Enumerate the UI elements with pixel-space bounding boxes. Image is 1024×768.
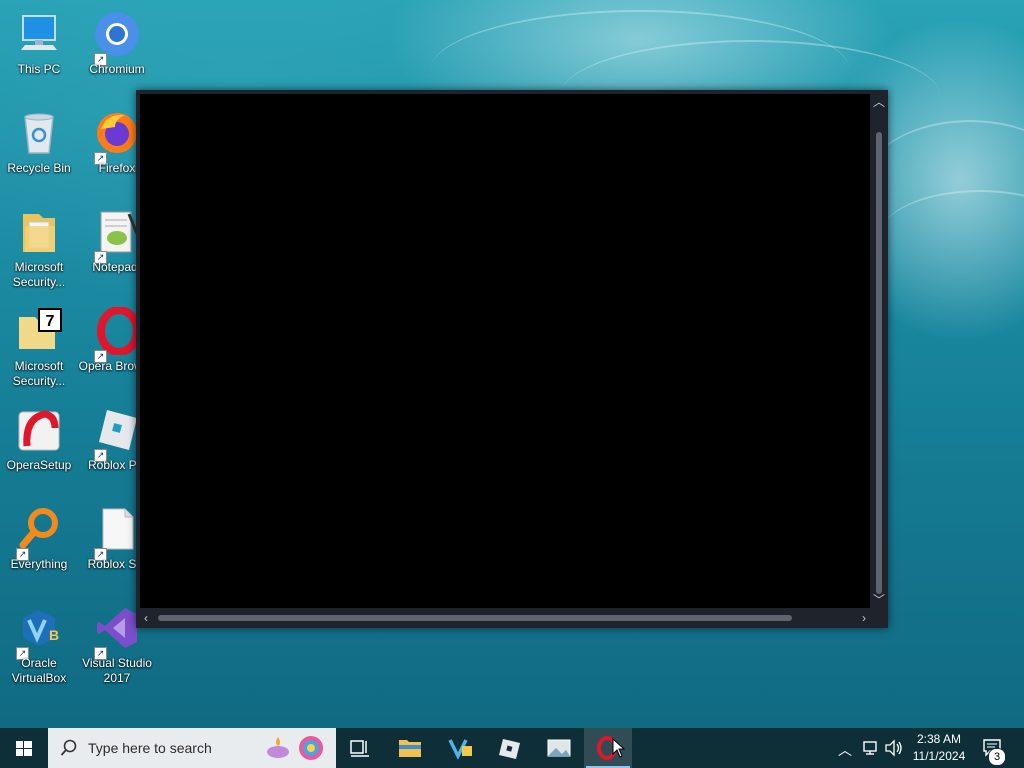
- notification-count-badge: 3: [988, 748, 1006, 766]
- taskbar-clock[interactable]: 2:38 AM 11/1/2024: [906, 731, 972, 765]
- start-button[interactable]: [0, 728, 48, 768]
- icon-label: Recycle Bin: [7, 161, 71, 175]
- scroll-left-arrow-icon[interactable]: ‹: [144, 612, 148, 624]
- magnifier-icon: [19, 508, 58, 549]
- vertical-scrollbar[interactable]: ︿ ﹀: [870, 94, 888, 608]
- roblox-icon: [99, 410, 137, 450]
- folder-icon: [399, 740, 421, 757]
- search-icon: [60, 739, 77, 756]
- desktop-icon-ms-security-2[interactable]: 7 Microsoft Security...: [0, 301, 78, 397]
- opera-icon: [97, 307, 141, 355]
- icon-label: Microsoft Security...: [12, 359, 66, 388]
- scroll-down-arrow-icon[interactable]: ﹀: [873, 594, 885, 606]
- roblox-icon: [499, 739, 520, 759]
- clock-date: 11/1/2024: [912, 749, 966, 763]
- recycle-bin-icon: [24, 113, 54, 154]
- task-view-button[interactable]: [336, 728, 384, 768]
- show-hidden-icons-chevron-icon[interactable]: ︿: [838, 740, 852, 760]
- windows-logo-icon: [16, 741, 32, 756]
- icon-label: Oracle VirtualBox: [11, 656, 67, 685]
- task-view-icon: [350, 740, 369, 757]
- icon-label: Visual Studio 2017: [82, 656, 152, 685]
- desktop-icon-oracle-virtualbox[interactable]: B ↗ Oracle VirtualBox: [0, 598, 78, 694]
- desktop-icon-chromium[interactable]: ↗ Chromium: [78, 4, 156, 100]
- scroll-up-arrow-icon[interactable]: ︿: [873, 96, 885, 108]
- chromium-icon: [95, 12, 139, 56]
- icon-label: Chromium: [89, 62, 145, 76]
- opera-content-area[interactable]: [140, 94, 870, 608]
- clock-time: 2:38 AM: [916, 732, 962, 746]
- mouse-cursor-icon: [612, 738, 626, 758]
- folder-icon: [23, 214, 55, 252]
- desktop-icon-opera-setup[interactable]: OperaSetup: [0, 400, 78, 496]
- document-icon: [102, 508, 134, 550]
- opera-window[interactable]: ︿ ﹀ ‹ ›: [136, 90, 888, 628]
- diwali-search-highlight-icon[interactable]: [264, 733, 328, 763]
- desktop-icon-this-pc[interactable]: This PC: [0, 4, 78, 100]
- icon-label: This PC: [17, 62, 61, 76]
- notepad-plus-plus-icon: [100, 211, 139, 253]
- svg-text:B: B: [49, 627, 59, 643]
- vertical-scroll-thumb[interactable]: [876, 132, 882, 594]
- virtualbox-icon: B: [23, 610, 59, 646]
- icon-label: OperaSetup: [6, 458, 72, 472]
- horizontal-scroll-thumb[interactable]: [158, 615, 792, 621]
- search-placeholder: Type here to search: [88, 740, 212, 756]
- svg-text:7: 7: [46, 313, 55, 330]
- taskbar-photos-app[interactable]: [536, 728, 584, 768]
- image-viewer-icon: [547, 739, 571, 757]
- visual-studio-icon: [97, 608, 137, 648]
- volume-icon[interactable]: [884, 739, 904, 757]
- taskbar-roblox[interactable]: [486, 728, 534, 768]
- horizontal-scrollbar[interactable]: ‹ ›: [140, 608, 870, 628]
- taskbar: Type here to search ︿ 2:38 AM 11/1/2024 …: [0, 728, 1024, 768]
- taskbar-search-box[interactable]: Type here to search: [48, 728, 336, 768]
- icon-label: Microsoft Security...: [12, 260, 66, 289]
- desktop-icon-everything[interactable]: ↗ Everything: [0, 499, 78, 595]
- scroll-right-arrow-icon[interactable]: ›: [862, 612, 866, 624]
- network-icon[interactable]: [862, 739, 880, 757]
- taskbar-opera-active[interactable]: [584, 728, 632, 768]
- firefox-icon: [97, 113, 137, 153]
- virtualbox-icon: [448, 739, 472, 760]
- opera-setup-icon: [18, 410, 60, 451]
- archive-7zip-icon: 7: [19, 308, 62, 349]
- desktop-icon-recycle-bin[interactable]: Recycle Bin: [0, 103, 78, 199]
- taskbar-virtualbox[interactable]: [436, 728, 484, 768]
- desktop: This PC Recycle Bin Microsoft Security..…: [0, 0, 1024, 728]
- computer-icon: [21, 15, 57, 50]
- desktop-icon-ms-security-1[interactable]: Microsoft Security...: [0, 202, 78, 298]
- taskbar-file-explorer[interactable]: [386, 728, 434, 768]
- icon-label: Everything: [10, 557, 68, 571]
